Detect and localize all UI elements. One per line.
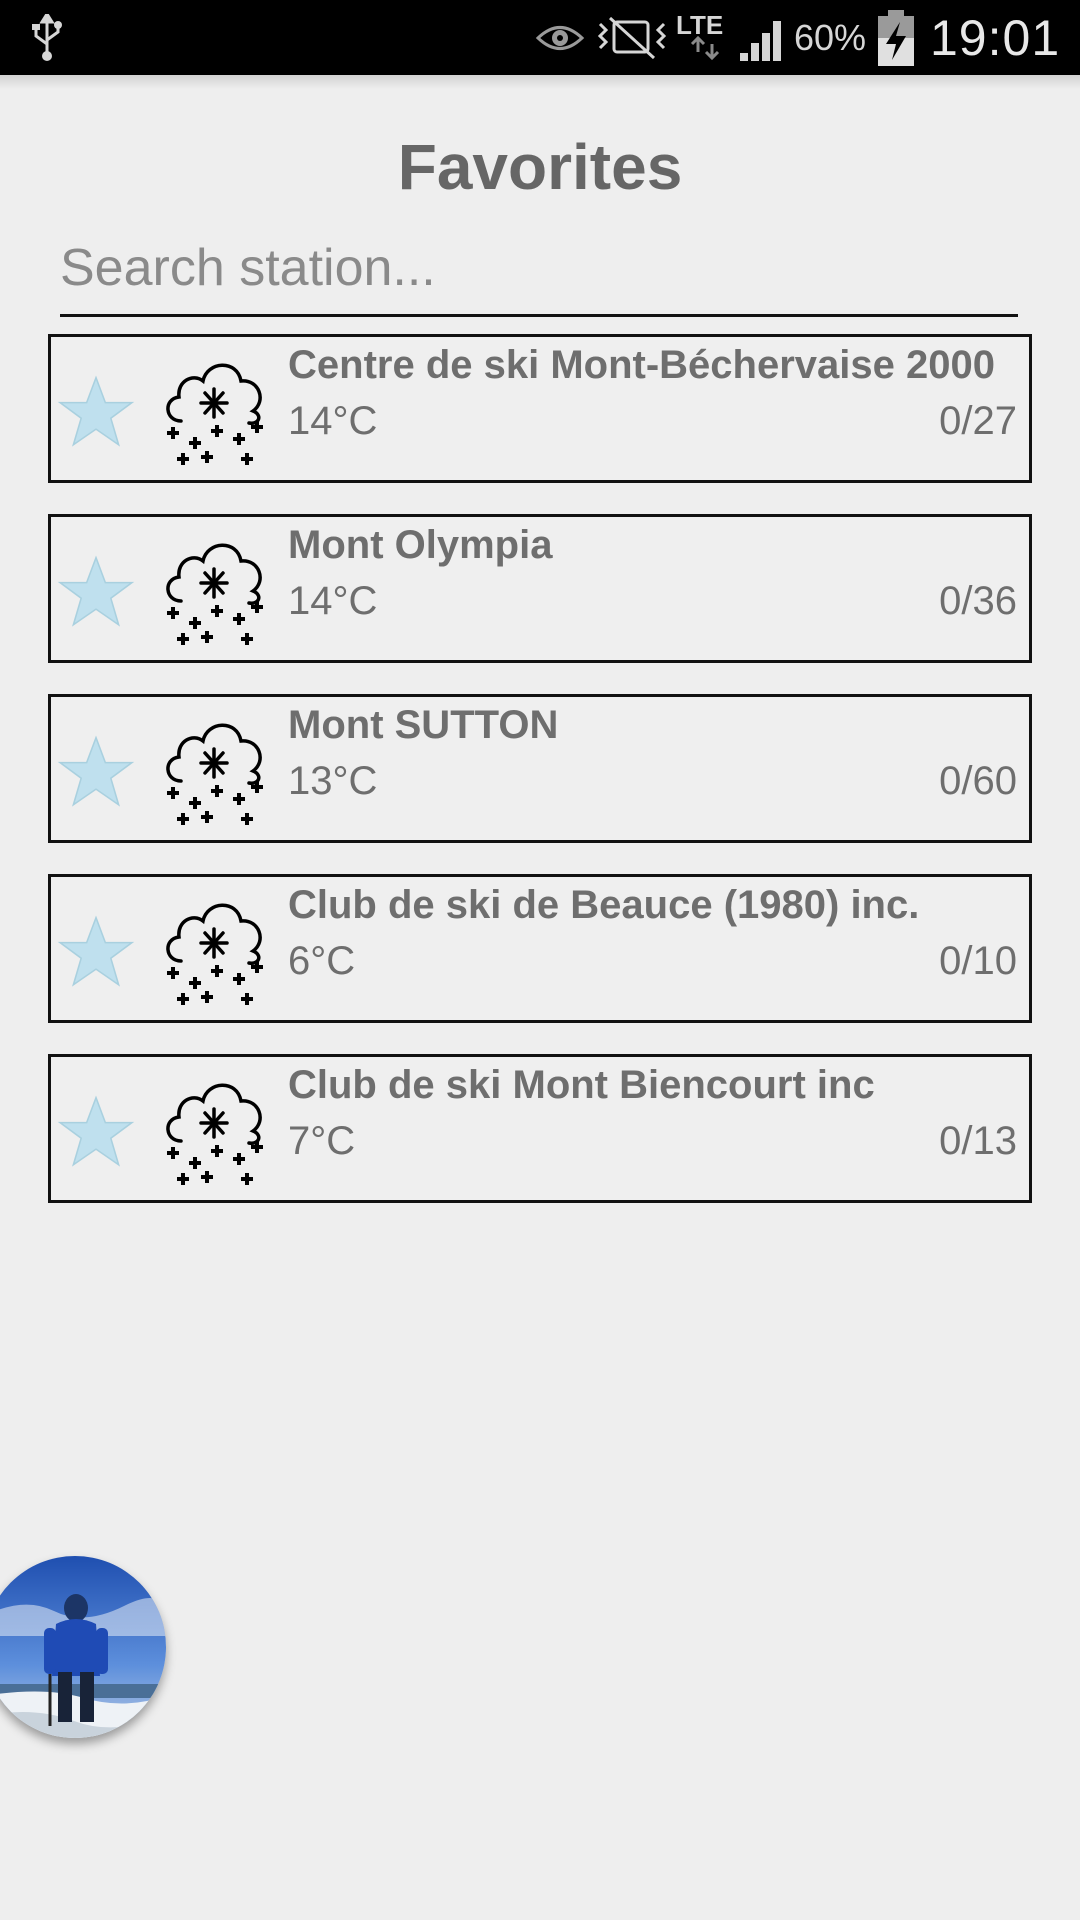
lte-icon: LTE (672, 0, 732, 75)
eye-icon (535, 0, 585, 75)
station-name: Mont Olympia (288, 523, 553, 567)
station-temperature: 13°C (288, 759, 378, 803)
station-name: Club de ski Mont Biencourt inc (288, 1063, 875, 1107)
station-temperature: 6°C (288, 939, 356, 983)
station-trail-count: 0/27 (939, 399, 1017, 443)
avatar[interactable] (0, 1556, 166, 1738)
snow-cloud-icon (166, 903, 263, 1005)
star-icon[interactable] (57, 913, 135, 991)
station-temperature: 14°C (288, 579, 378, 623)
search-input[interactable] (60, 222, 1018, 317)
snow-cloud-icon (166, 723, 263, 825)
status-bar-shadow (0, 75, 1080, 89)
station-trail-count: 0/13 (939, 1119, 1017, 1163)
station-name: Mont SUTTON (288, 703, 559, 747)
station-card-4[interactable]: Club de ski de Beauce (1980) inc. 6°C 0/… (48, 874, 1032, 1023)
snow-cloud-icon (166, 543, 263, 645)
clock: 19:01 (930, 9, 1061, 66)
snow-cloud-icon (166, 1083, 263, 1185)
page-title: Favorites (397, 131, 683, 203)
station-name: Centre de ski Mont-Béchervaise 2000 (288, 343, 995, 387)
star-icon[interactable] (57, 733, 135, 811)
usb-icon (30, 0, 64, 75)
favorites-list: Centre de ski Mont-Béchervaise 2000 14°C… (48, 334, 1032, 1234)
star-icon[interactable] (57, 1093, 135, 1171)
battery-charging-icon (876, 0, 916, 75)
signal-icon (738, 0, 788, 75)
battery-percent: 60% (794, 16, 867, 58)
station-card-5[interactable]: Club de ski Mont Biencourt inc 7°C 0/13 (48, 1054, 1032, 1203)
star-icon[interactable] (57, 553, 135, 631)
status-bar: LTE 60% 19:01 (0, 0, 1080, 75)
star-icon[interactable] (57, 373, 135, 451)
station-temperature: 14°C (288, 399, 378, 443)
svg-text:LTE: LTE (676, 10, 723, 40)
station-card-2[interactable]: Mont Olympia 14°C 0/36 (48, 514, 1032, 663)
station-trail-count: 0/60 (939, 759, 1017, 803)
vibrate-mute-icon (596, 0, 668, 75)
station-card-3[interactable]: Mont SUTTON 13°C 0/60 (48, 694, 1032, 843)
station-trail-count: 0/10 (939, 939, 1017, 983)
snow-cloud-icon (166, 363, 263, 465)
station-temperature: 7°C (288, 1119, 356, 1163)
station-trail-count: 0/36 (939, 579, 1017, 623)
station-card-1[interactable]: Centre de ski Mont-Béchervaise 2000 14°C… (48, 334, 1032, 483)
station-name: Club de ski de Beauce (1980) inc. (288, 883, 920, 927)
